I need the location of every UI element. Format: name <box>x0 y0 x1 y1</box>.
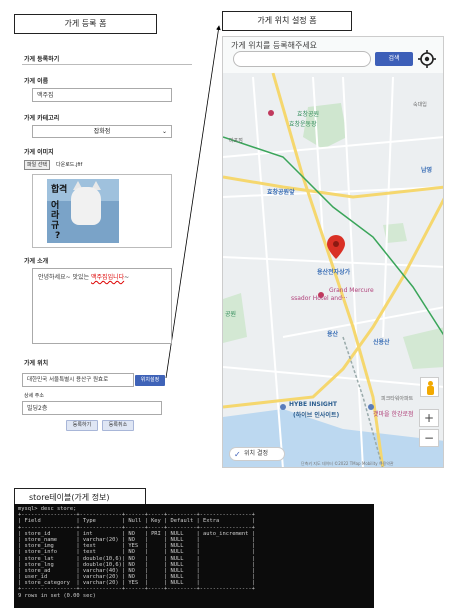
label-yongsan: 용산 <box>327 331 339 338</box>
map-search-input[interactable] <box>233 51 371 67</box>
store-photo: 합 격 어 라 규 ? <box>47 179 119 243</box>
set-location-label: 위치 결정 <box>244 450 268 457</box>
mysql-terminal: mysql> desc store; +-----------------+--… <box>14 504 374 608</box>
divider <box>22 64 192 65</box>
intro-text-suffix: ~ <box>124 274 130 281</box>
photo-text-5: 규 <box>51 221 60 231</box>
form-caption: 가게 등록 폼 <box>14 14 157 34</box>
label-hyochang-park: 효창공원 <box>297 111 320 118</box>
label-hyochang-park-station: 효창공원앞 <box>267 189 295 196</box>
map-attribution: 단축키 지도 데이터 ©2022 TMap Mobility 이용약관 <box>301 461 394 466</box>
intro-text-misspelled: 맥주집입니다 <box>91 274 125 281</box>
name-label: 가게 이름 <box>24 78 49 85</box>
register-button[interactable]: 등록하기 <box>66 420 98 431</box>
address-input[interactable]: 대한민국 서울특별시 용산구 원효로 <box>22 373 134 387</box>
intro-textarea[interactable]: 안녕하세요~ 맛있는 맥주집입니다~ <box>32 268 172 344</box>
photo-text-6: ? <box>55 231 61 241</box>
label-iron: 갯마을 한강로점 <box>373 411 414 418</box>
label-sinyongsan: 신용산 <box>373 339 390 346</box>
location-caption: 가게 위치 설정 폼 <box>222 11 352 31</box>
file-name: 다운로드.jfif <box>56 162 83 168</box>
store-name-input[interactable]: 맥주집 <box>32 88 172 102</box>
category-select[interactable]: 잡화점 ⌄ <box>32 125 172 138</box>
set-location-button[interactable]: 위치설정 <box>135 375 165 386</box>
street-view-icon[interactable] <box>420 377 439 397</box>
map-search-button[interactable]: 검색 <box>375 52 413 66</box>
photo-text-4: 라 <box>51 211 60 221</box>
chevron-down-icon: ⌄ <box>161 128 167 135</box>
label-hybe-ko: (하이브 인사이트) <box>293 412 340 419</box>
label-hyochang-stadium: 효창운동장 <box>289 121 317 128</box>
detail-label: 상세 주소 <box>24 393 44 399</box>
zoom-out-button[interactable]: − <box>419 429 439 447</box>
category-label: 가게 카테고리 <box>24 115 60 122</box>
label-namyoung: 남영 <box>421 167 433 174</box>
file-select-button[interactable]: 파일 선택 <box>24 160 50 170</box>
intro-text: 안녕하세요~ 맛있는 <box>38 274 92 281</box>
label-ssador: ssador Hotel and··· <box>291 295 348 302</box>
label-yongsan-electronics: 용산전자상가 <box>317 269 351 276</box>
detail-address-input[interactable]: 빌딩2층 <box>22 401 162 415</box>
category-value: 잡화점 <box>93 128 111 135</box>
cancel-button[interactable]: 등록취소 <box>102 420 134 431</box>
label-pinocchio: 피크타워아파트 <box>381 396 414 402</box>
label-grand-mercure: Grand Mercure <box>329 287 374 294</box>
zoom-in-button[interactable]: + <box>419 409 439 427</box>
location-label: 가게 위치 <box>24 360 49 367</box>
label-sookdae: 숙대입 <box>413 102 427 108</box>
form-title: 가게 등록하기 <box>24 56 60 63</box>
image-preview: 합 격 어 라 규 ? <box>32 174 172 248</box>
current-location-icon[interactable] <box>417 49 437 69</box>
map-title: 가게 위치를 등록해주세요 <box>231 41 318 50</box>
label-hybe: HYBE INSIGHT <box>289 401 337 408</box>
photo-text-2: 격 <box>59 185 68 195</box>
label-mapo: 마포점 <box>229 138 243 144</box>
terminal-line: 9 rows in set (0.00 sec) <box>18 592 96 599</box>
image-label: 가게 이미지 <box>24 149 54 156</box>
map-panel[interactable]: 효창공원 효창운동장 마포점 효창공원앞 용산전자상가 Grand Mercur… <box>222 36 444 468</box>
photo-text-3: 어 <box>51 201 60 211</box>
label-park: 공원 <box>225 311 237 318</box>
intro-label: 가게 소개 <box>24 258 49 265</box>
set-location-button-map[interactable]: ✓ 위치 결정 <box>229 447 285 461</box>
check-icon: ✓ <box>234 450 241 459</box>
